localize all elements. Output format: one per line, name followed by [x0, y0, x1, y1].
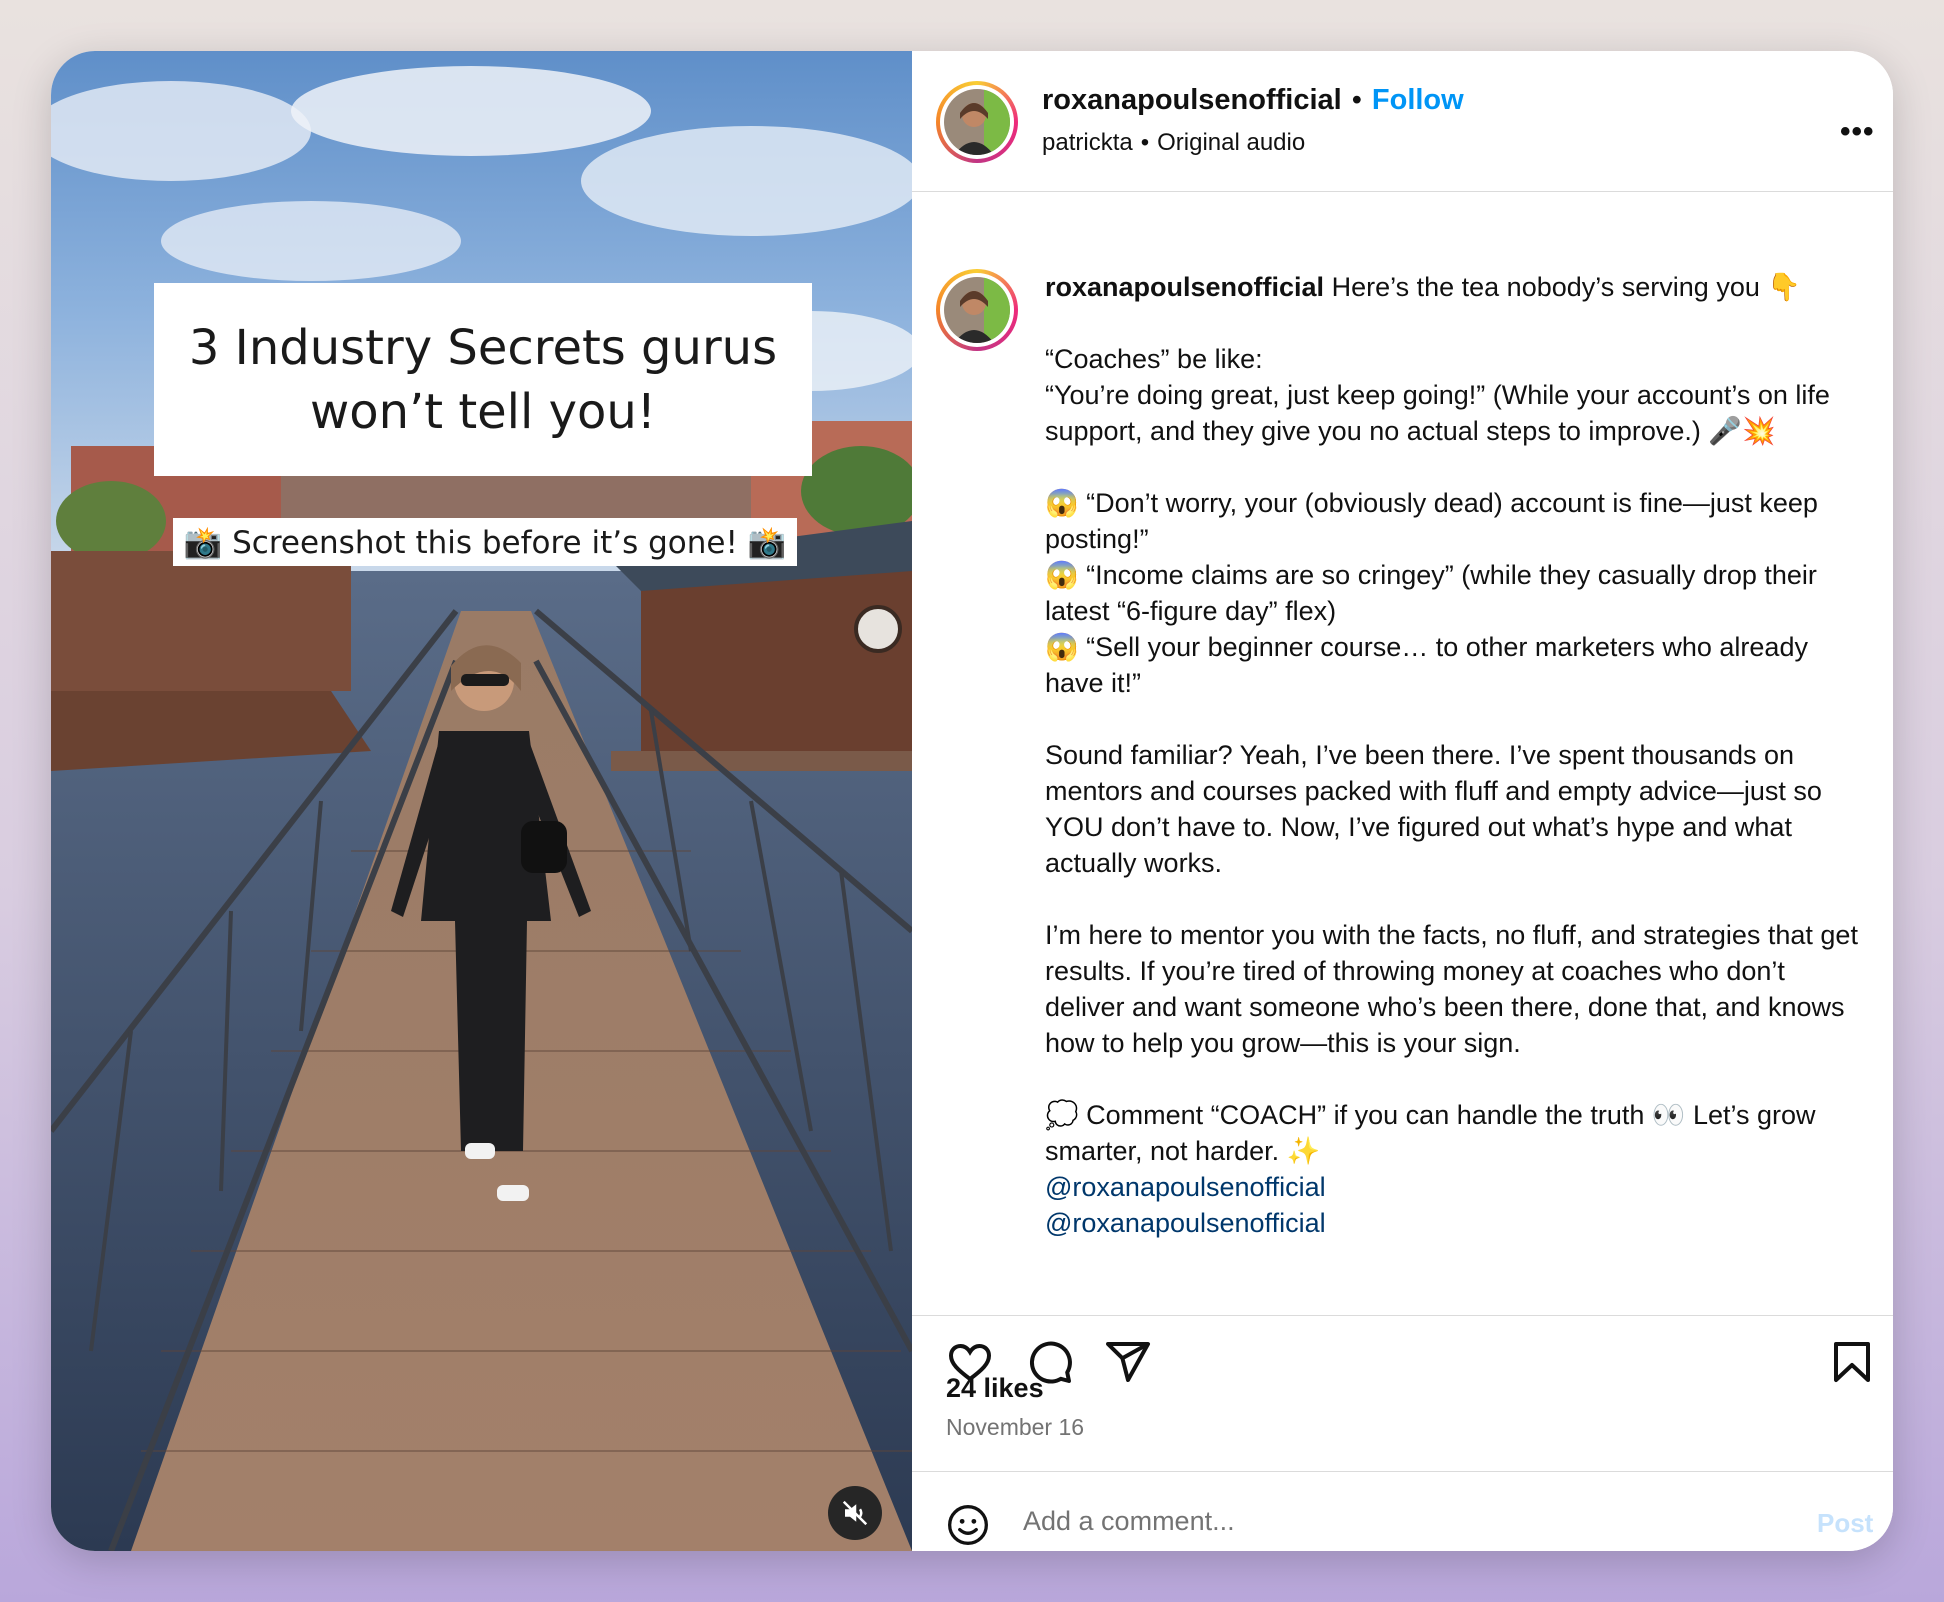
overlay-subtitle: 📸 Screenshot this before it’s gone! 📸: [173, 518, 797, 566]
mute-button[interactable]: [828, 1486, 882, 1540]
caption: roxanapoulsenofficial Here’s the tea nob…: [1045, 269, 1865, 1241]
comment-divider: [912, 1471, 1893, 1472]
follow-button[interactable]: Follow: [1372, 84, 1464, 116]
caption-username[interactable]: roxanapoulsenofficial: [1045, 272, 1324, 302]
audio-label[interactable]: Original audio: [1157, 129, 1305, 156]
comment-input[interactable]: [1023, 1506, 1783, 1537]
audio-row: patrickta • Original audio: [1042, 129, 1305, 157]
post-modal: 3 Industry Secrets gurus won’t tell you!…: [51, 51, 1893, 1551]
more-icon: •••: [1840, 115, 1875, 148]
video-frame: [51, 51, 912, 1551]
caption-body: Here’s the tea nobody’s serving you 👇 “C…: [1045, 272, 1858, 1166]
caption-mention[interactable]: @roxanapoulsenofficial: [1045, 1205, 1865, 1241]
bookmark-icon[interactable]: [1828, 1338, 1876, 1386]
post-comment-button[interactable]: Post: [1817, 1508, 1873, 1539]
post-video[interactable]: 3 Industry Secrets gurus won’t tell you!…: [51, 51, 912, 1551]
mute-icon: [842, 1500, 868, 1526]
avatar-image: [944, 89, 1010, 155]
caption-scroll-area[interactable]: roxanapoulsenofficial Here’s the tea nob…: [912, 191, 1893, 1315]
separator-dot: •: [1140, 129, 1150, 156]
post-details-panel: roxanapoulsenofficial • Follow patrickta • O…: [912, 51, 1893, 1551]
overlay-title-box: 3 Industry Secrets gurus won’t tell you!: [154, 283, 812, 476]
caption-divider: [912, 1315, 1893, 1316]
audio-username[interactable]: patrickta: [1042, 129, 1133, 156]
more-options-button[interactable]: •••: [1840, 115, 1875, 149]
share-icon[interactable]: [1104, 1338, 1152, 1386]
emoji-icon[interactable]: [946, 1503, 990, 1547]
header-row: roxanapoulsenofficial • Follow: [1042, 84, 1464, 117]
caption-mention[interactable]: @roxanapoulsenofficial: [1045, 1169, 1865, 1205]
author-avatar[interactable]: [936, 81, 1018, 163]
likes-count[interactable]: 24 likes: [946, 1373, 1044, 1404]
overlay-title: 3 Industry Secrets gurus won’t tell you!: [188, 319, 778, 440]
caption-avatar[interactable]: [936, 269, 1018, 351]
author-username[interactable]: roxanapoulsenofficial: [1042, 84, 1342, 116]
post-date[interactable]: November 16: [946, 1414, 1084, 1441]
separator-dot: •: [1351, 84, 1362, 116]
avatar-image: [944, 277, 1010, 343]
